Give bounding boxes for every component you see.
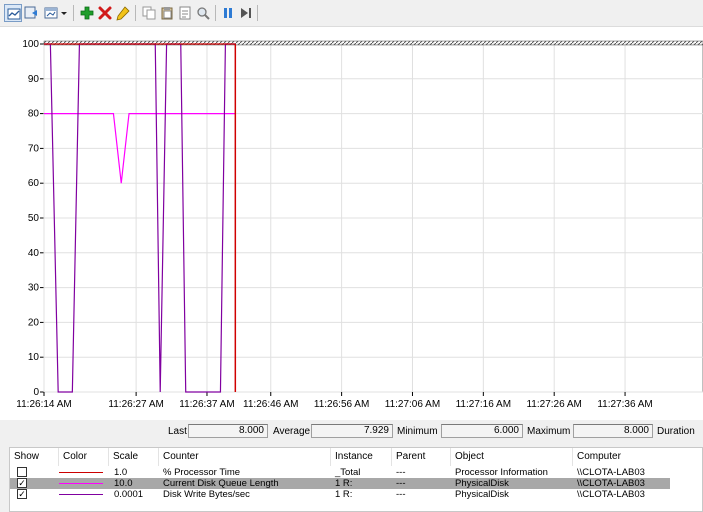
parent-cell: --- bbox=[396, 489, 406, 500]
paste-counter-list-icon[interactable] bbox=[158, 4, 176, 22]
instance-cell: 1 R: bbox=[335, 478, 353, 489]
color-swatch bbox=[59, 494, 103, 495]
x-tick-label: 11:27:06 AM bbox=[385, 399, 440, 410]
computer-cell: \\CLOTA-LAB03 bbox=[577, 467, 645, 478]
add-counter-icon[interactable] bbox=[78, 4, 96, 22]
view-current-activity-icon[interactable] bbox=[22, 4, 40, 22]
counter-list[interactable]: Show Color Scale Counter Instance Parent… bbox=[9, 447, 703, 512]
show-checkbox[interactable] bbox=[17, 467, 27, 477]
last-value: 8.000 bbox=[188, 424, 268, 438]
y-tick-label: 80 bbox=[28, 109, 40, 120]
toolbar-separator bbox=[135, 5, 136, 21]
object-cell: PhysicalDisk bbox=[455, 478, 509, 489]
x-tick-label: 11:26:46 AM bbox=[243, 399, 298, 410]
scale-cell: 0.0001 bbox=[114, 489, 144, 500]
y-tick-label: 0 bbox=[33, 387, 39, 398]
dropdown-arrow-icon[interactable] bbox=[58, 4, 70, 22]
zoom-icon[interactable] bbox=[194, 4, 212, 22]
freeze-display-icon[interactable] bbox=[219, 4, 237, 22]
toolbar bbox=[0, 0, 703, 27]
properties-icon[interactable] bbox=[176, 4, 194, 22]
computer-cell: \\CLOTA-LAB03 bbox=[577, 478, 645, 489]
column-header-object[interactable]: Object bbox=[451, 448, 573, 466]
change-graph-type-icon[interactable] bbox=[4, 4, 22, 22]
scale-cell: 10.0 bbox=[114, 478, 133, 489]
x-tick-label: 11:27:26 AM bbox=[526, 399, 581, 410]
y-tick-label: 100 bbox=[22, 39, 39, 50]
maximum-value: 8.000 bbox=[573, 424, 653, 438]
copy-properties-icon[interactable] bbox=[140, 4, 158, 22]
column-header-computer[interactable]: Computer bbox=[573, 448, 702, 466]
chart-panel[interactable]: 100 90 80 70 60 50 40 30 20 10 0 11:26:14 AM 11:26:… bbox=[0, 27, 703, 420]
instance-cell: 1 R: bbox=[335, 489, 353, 500]
instance-cell: _Total bbox=[335, 467, 361, 478]
column-header-scale[interactable]: Scale bbox=[109, 448, 159, 466]
toolbar-separator bbox=[257, 5, 258, 21]
show-checkbox[interactable]: ✓ bbox=[17, 489, 27, 499]
computer-cell: \\CLOTA-LAB03 bbox=[577, 489, 645, 500]
y-tick-label: 20 bbox=[28, 317, 40, 328]
maximum-label: Maximum bbox=[527, 426, 571, 437]
y-tick-label: 30 bbox=[28, 283, 40, 294]
minimum-value: 6.000 bbox=[441, 424, 523, 438]
minimum-label: Minimum bbox=[397, 426, 438, 437]
y-tick-label: 60 bbox=[28, 178, 40, 189]
x-tick-label: 11:27:36 AM bbox=[597, 399, 652, 410]
delete-counter-icon[interactable] bbox=[96, 4, 114, 22]
color-swatch bbox=[59, 472, 103, 473]
column-header-show[interactable]: Show bbox=[10, 448, 59, 466]
counter-row[interactable]: ✓ 0.0001 Disk Write Bytes/sec 1 R: --- P… bbox=[10, 489, 670, 500]
y-tick-label: 10 bbox=[28, 352, 40, 363]
show-checkbox[interactable]: ✓ bbox=[17, 478, 27, 488]
column-header-instance[interactable]: Instance bbox=[331, 448, 392, 466]
counter-cell: Disk Write Bytes/sec bbox=[163, 489, 250, 500]
x-tick-label: 11:26:27 AM bbox=[108, 399, 163, 410]
toolbar-separator bbox=[215, 5, 216, 21]
y-tick-label: 50 bbox=[28, 213, 40, 224]
parent-cell: --- bbox=[396, 467, 406, 478]
counter-cell: % Processor Time bbox=[163, 467, 241, 478]
x-tick-label: 11:26:14 AM bbox=[16, 399, 71, 410]
performance-chart[interactable]: 1009080706050403020100 11:26:14 AM 11:26:… bbox=[0, 27, 703, 420]
object-cell: Processor Information bbox=[455, 467, 548, 478]
scale-cell: 1.0 bbox=[114, 467, 128, 478]
counter-cell: Current Disk Queue Length bbox=[163, 478, 279, 489]
counter-row[interactable]: 1.0 % Processor Time _Total --- Processo… bbox=[10, 467, 670, 478]
last-label: Last bbox=[168, 426, 187, 437]
color-swatch bbox=[59, 483, 103, 484]
column-header-counter[interactable]: Counter bbox=[159, 448, 331, 466]
duration-label: Duration bbox=[657, 426, 695, 437]
parent-cell: --- bbox=[396, 478, 406, 489]
column-header-color[interactable]: Color bbox=[59, 448, 109, 466]
y-tick-label: 90 bbox=[28, 74, 40, 85]
x-tick-label: 11:26:56 AM bbox=[314, 399, 369, 410]
column-header-parent[interactable]: Parent bbox=[392, 448, 451, 466]
average-label: Average bbox=[273, 426, 311, 437]
highlight-icon[interactable] bbox=[114, 4, 132, 22]
statistics-bar: Last 8.000 Average 7.929 Minimum 6.000 M… bbox=[0, 421, 703, 441]
x-tick-label: 11:26:37 AM bbox=[179, 399, 234, 410]
x-tick-label: 11:27:16 AM bbox=[456, 399, 511, 410]
y-tick-label: 70 bbox=[28, 143, 40, 154]
update-data-icon[interactable] bbox=[237, 4, 255, 22]
average-value: 7.929 bbox=[311, 424, 393, 438]
object-cell: PhysicalDisk bbox=[455, 489, 509, 500]
toolbar-separator bbox=[73, 5, 74, 21]
y-tick-label: 40 bbox=[28, 248, 40, 259]
counter-row-selected[interactable]: ✓ 10.0 Current Disk Queue Length 1 R: --… bbox=[10, 478, 670, 489]
